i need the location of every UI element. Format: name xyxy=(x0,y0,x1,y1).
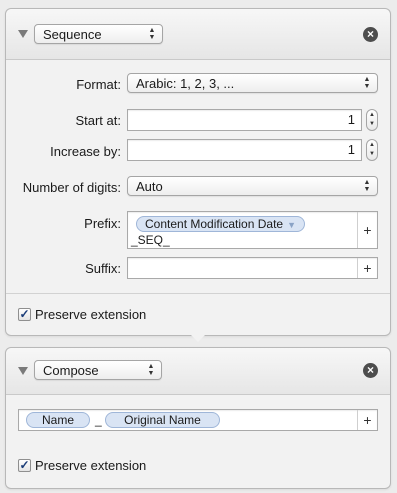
start-at-label: Start at: xyxy=(75,113,121,128)
mode-popup[interactable]: Sequence ▲ ▼ xyxy=(34,24,163,44)
token-label: Content Modification Date xyxy=(145,217,284,231)
preserve-extension-checkbox[interactable]: ✓ xyxy=(18,459,31,472)
preserve-extension-checkbox[interactable]: ✓ xyxy=(18,308,31,321)
action-connector xyxy=(190,334,206,342)
digits-popup[interactable]: Auto ▲ ▼ xyxy=(127,176,378,196)
close-icon[interactable]: × xyxy=(363,363,378,378)
plus-icon[interactable]: + xyxy=(357,410,377,430)
digits-popup-value: Auto xyxy=(136,179,163,194)
separator-text: _ xyxy=(95,413,102,427)
suffix-token-field[interactable]: + xyxy=(127,257,378,279)
token-label: Original Name xyxy=(124,413,201,427)
prefix-token-field[interactable]: Content Modification Date ▼ _SEQ_ + xyxy=(127,211,378,249)
popup-arrows-icon: ▲ ▼ xyxy=(148,27,156,41)
mode-popup-label: Compose xyxy=(43,363,99,378)
divider xyxy=(6,293,390,294)
compose-panel-header: Compose ▲ ▼ × xyxy=(6,348,390,395)
digits-label: Number of digits: xyxy=(22,180,121,195)
start-at-field[interactable]: 1 xyxy=(127,109,362,131)
start-at-stepper[interactable]: ▲ ▼ xyxy=(366,109,378,131)
preserve-extension-label: Preserve extension xyxy=(35,458,147,473)
popup-arrows-icon: ▲ ▼ xyxy=(147,363,155,377)
name-token[interactable]: Name xyxy=(26,412,90,428)
compose-token-field[interactable]: Name _ Original Name + xyxy=(18,409,378,431)
content-modification-date-token[interactable]: Content Modification Date ▼ xyxy=(136,216,305,232)
plus-icon[interactable]: + xyxy=(357,212,377,248)
plus-icon[interactable]: + xyxy=(357,258,377,278)
suffix-label: Suffix: xyxy=(85,261,121,276)
token-label: Name xyxy=(41,413,74,427)
disclosure-triangle-icon[interactable] xyxy=(18,367,28,375)
prefix-label: Prefix: xyxy=(84,216,121,231)
popup-arrows-icon: ▲ ▼ xyxy=(363,179,371,193)
increase-by-field[interactable]: 1 xyxy=(127,139,362,161)
close-icon[interactable]: × xyxy=(363,27,378,42)
prefix-text: _SEQ_ xyxy=(131,233,170,247)
sequence-panel: Sequence ▲ ▼ × Format: Arabic: 1, 2, 3, .… xyxy=(5,8,391,336)
preserve-extension-label: Preserve extension xyxy=(35,307,147,322)
format-popup-value: Arabic: 1, 2, 3, ... xyxy=(136,76,235,91)
increase-by-label: Increase by: xyxy=(50,144,121,159)
disclosure-triangle-icon[interactable] xyxy=(18,30,28,38)
chevron-down-icon: ▼ xyxy=(287,220,296,230)
original-name-token[interactable]: Original Name xyxy=(105,412,220,428)
compose-panel: Compose ▲ ▼ × Name _ Original Name + ✓ Pr… xyxy=(5,347,391,489)
increase-by-value: 1 xyxy=(347,142,355,157)
popup-arrows-icon: ▲ ▼ xyxy=(363,76,371,90)
format-popup[interactable]: Arabic: 1, 2, 3, ... ▲ ▼ xyxy=(127,73,378,93)
increase-by-stepper[interactable]: ▲ ▼ xyxy=(366,139,378,161)
format-label: Format: xyxy=(76,77,121,92)
sequence-panel-header: Sequence ▲ ▼ × xyxy=(6,9,390,60)
mode-popup[interactable]: Compose ▲ ▼ xyxy=(34,360,162,380)
mode-popup-label: Sequence xyxy=(43,27,102,42)
start-at-value: 1 xyxy=(347,112,355,127)
